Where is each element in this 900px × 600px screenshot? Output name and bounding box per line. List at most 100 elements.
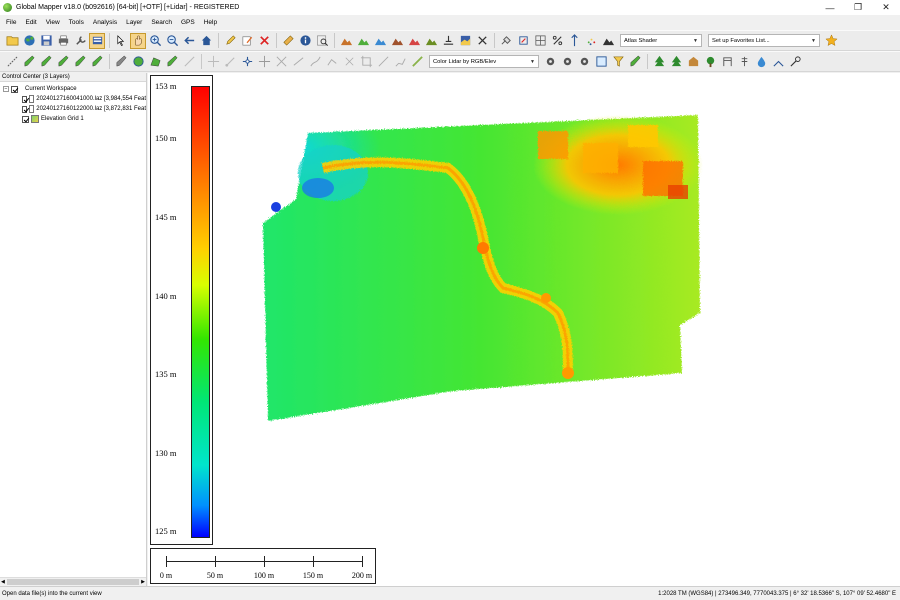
shader-combo[interactable]: Atlas Shader ▼	[620, 34, 702, 47]
pole-icon[interactable]	[736, 54, 752, 70]
control-center-icon[interactable]	[89, 32, 105, 49]
open-folder-icon[interactable]	[4, 33, 20, 49]
3d-view-icon[interactable]	[457, 33, 473, 49]
zoom-tool-icon[interactable]	[113, 33, 129, 49]
digitize-feature-icon[interactable]	[164, 54, 180, 70]
lidar-filter-funnel-icon[interactable]	[610, 54, 626, 70]
menu-file[interactable]: File	[6, 19, 16, 26]
globe-icon[interactable]	[21, 33, 37, 49]
buffer-icon[interactable]	[324, 54, 340, 70]
digitize-3-icon[interactable]	[55, 54, 71, 70]
layer-checkbox[interactable]	[22, 95, 27, 103]
lidar-icon[interactable]	[583, 33, 599, 49]
layer-checkbox[interactable]	[22, 115, 29, 123]
draw-line-icon[interactable]	[4, 54, 20, 70]
pen-tool-icon[interactable]	[113, 54, 129, 70]
powerline-icon[interactable]	[719, 54, 735, 70]
map-view[interactable]: 153 m 150 m 145 m 140 m 135 m 130 m 125 …	[148, 73, 900, 586]
scrollbar-thumb[interactable]	[7, 579, 139, 585]
scroll-left-icon[interactable]: ◀	[0, 579, 6, 585]
search-map-icon[interactable]	[314, 33, 330, 49]
menu-search[interactable]: Search	[151, 19, 172, 26]
snap-icon[interactable]	[375, 54, 391, 70]
flood-icon[interactable]	[440, 33, 456, 49]
crop-icon[interactable]	[358, 54, 374, 70]
print-icon[interactable]	[55, 33, 71, 49]
menu-help[interactable]: Help	[204, 19, 217, 26]
scroll-right-icon[interactable]: ▶	[140, 579, 146, 585]
gear-settings-icon[interactable]	[542, 54, 558, 70]
pencil-icon[interactable]	[222, 33, 238, 49]
draw-tool-disabled-icon[interactable]	[181, 54, 197, 70]
layer-row[interactable]: Elevation Grid 1	[0, 114, 146, 124]
wrench-icon[interactable]	[72, 33, 88, 49]
menu-tools[interactable]: Tools	[69, 19, 84, 26]
breakline-icon[interactable]	[770, 54, 786, 70]
view-shed-icon[interactable]	[406, 33, 422, 49]
menu-layer[interactable]: Layer	[126, 19, 142, 26]
digitizer-icon[interactable]	[515, 33, 531, 49]
menu-view[interactable]: View	[46, 19, 60, 26]
close-button[interactable]: ✕	[872, 0, 900, 15]
favorites-combo[interactable]: Set up Favorites List... ▼	[708, 34, 820, 47]
delete-x-icon[interactable]	[256, 33, 272, 49]
save-icon[interactable]	[38, 33, 54, 49]
workspace-row[interactable]: − Current Workspace	[0, 84, 146, 94]
smooth-icon[interactable]	[409, 54, 425, 70]
digitize-area-icon[interactable]	[147, 54, 163, 70]
minimize-button[interactable]: —	[816, 0, 844, 15]
rotate-feature-icon[interactable]	[222, 54, 238, 70]
digitize-1-icon[interactable]	[21, 54, 37, 70]
split-icon[interactable]	[273, 54, 289, 70]
volume-icon[interactable]	[389, 33, 405, 49]
combine-icon[interactable]	[341, 54, 357, 70]
menu-gps[interactable]: GPS	[181, 19, 195, 26]
water-icon[interactable]	[753, 54, 769, 70]
shader-icon[interactable]	[600, 33, 616, 49]
collapse-icon[interactable]: −	[3, 86, 9, 92]
vegetation-icon[interactable]	[668, 54, 684, 70]
terrain-profile-icon[interactable]	[355, 33, 371, 49]
path-profile-icon[interactable]	[787, 54, 803, 70]
horizontal-scrollbar[interactable]: ◀ ▶	[0, 577, 146, 586]
stretch-icon[interactable]	[392, 54, 408, 70]
layer-row[interactable]: 20240127160041000.laz [3,984,554 Feat	[0, 94, 146, 104]
elevation-icon[interactable]	[566, 33, 582, 49]
ground-classify-icon[interactable]	[702, 54, 718, 70]
join-icon[interactable]	[290, 54, 306, 70]
lidar-3d-icon[interactable]	[593, 54, 609, 70]
digitize-2-icon[interactable]	[38, 54, 54, 70]
move-vertex-icon[interactable]	[205, 54, 221, 70]
building-icon[interactable]	[685, 54, 701, 70]
favorite-star-icon[interactable]	[823, 33, 839, 49]
digitize-4-icon[interactable]	[72, 54, 88, 70]
back-arrow-icon[interactable]	[181, 33, 197, 49]
percent-icon[interactable]	[549, 33, 565, 49]
contour-icon[interactable]	[372, 33, 388, 49]
path-edit-icon[interactable]	[307, 54, 323, 70]
info-icon[interactable]	[297, 33, 313, 49]
layer-row[interactable]: 20240127160122000.laz [3,872,831 Feat	[0, 104, 146, 114]
close-tool-icon[interactable]	[474, 33, 490, 49]
zoom-out-icon[interactable]	[164, 33, 180, 49]
menu-analysis[interactable]: Analysis	[93, 19, 117, 26]
digitize-5-icon[interactable]	[89, 54, 105, 70]
watershed-icon[interactable]	[423, 33, 439, 49]
globe-edit-icon[interactable]	[130, 54, 146, 70]
zoom-in-icon[interactable]	[147, 33, 163, 49]
tree-classify-icon[interactable]	[651, 54, 667, 70]
layer-checkbox[interactable]	[22, 105, 27, 113]
measure-ruler-icon[interactable]	[280, 33, 296, 49]
lidar-edit-icon[interactable]	[627, 54, 643, 70]
edit-icon[interactable]	[239, 33, 255, 49]
restore-button[interactable]: ❐	[844, 0, 872, 15]
workspace-checkbox[interactable]	[11, 85, 18, 93]
move-icon[interactable]	[256, 54, 272, 70]
layer-tools-icon[interactable]	[498, 33, 514, 49]
vertex-edit-icon[interactable]	[239, 54, 255, 70]
grid-icon[interactable]	[532, 33, 548, 49]
home-icon[interactable]	[198, 33, 214, 49]
lidar-filter-icon[interactable]	[559, 54, 575, 70]
lidar-class-icon[interactable]	[576, 54, 592, 70]
menu-edit[interactable]: Edit	[25, 19, 36, 26]
